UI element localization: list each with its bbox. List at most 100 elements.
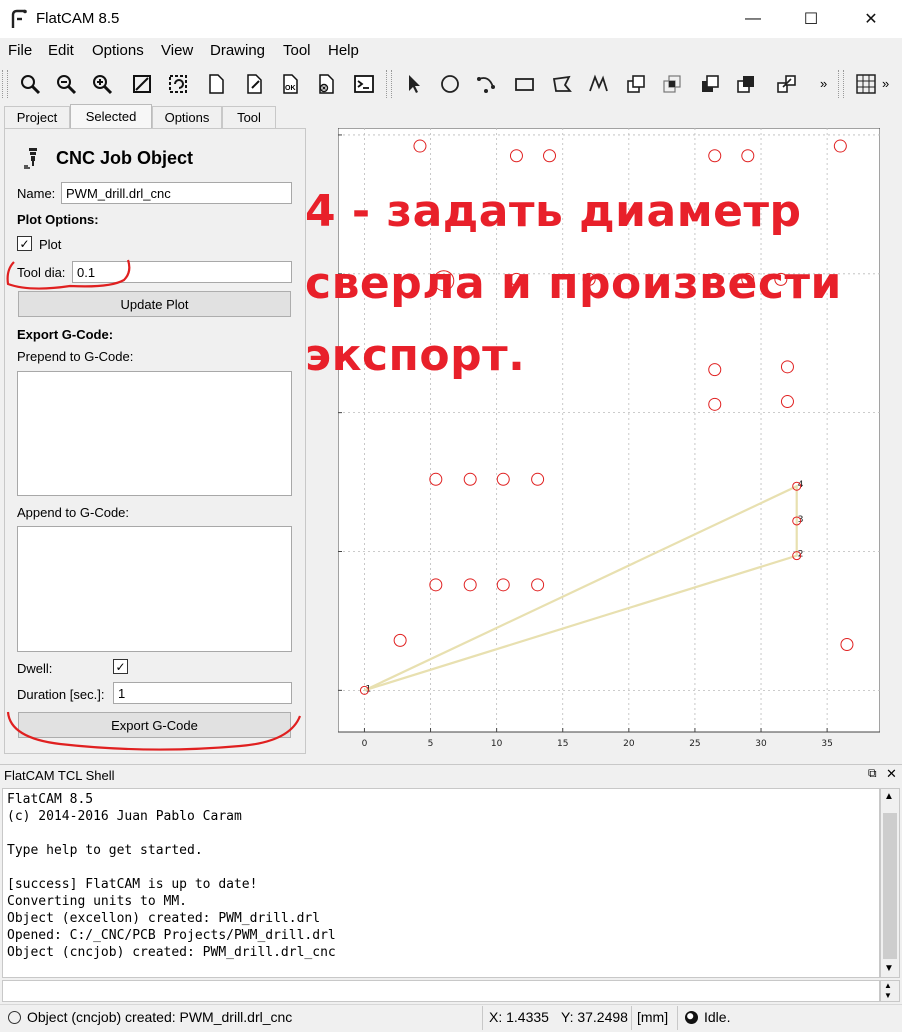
check-icon: ✓ bbox=[19, 236, 30, 251]
arc-button[interactable] bbox=[470, 68, 502, 100]
toolbar-overflow-icon[interactable]: » bbox=[820, 76, 827, 91]
status-message: Object (cncjob) created: PWM_drill.drl_c… bbox=[27, 1009, 293, 1025]
flatcam-logo-icon bbox=[11, 9, 27, 28]
scroll-down-icon[interactable]: ▼ bbox=[884, 991, 892, 1000]
tcl-shell-icon bbox=[354, 75, 374, 93]
x-tick-label: 25 bbox=[689, 739, 700, 748]
status-divider bbox=[631, 1006, 632, 1030]
minimize-button[interactable]: — bbox=[724, 0, 782, 38]
shell-title: FlatCAM TCL Shell bbox=[4, 768, 115, 783]
plot-options-heading: Plot Options: bbox=[17, 212, 99, 227]
delete-button[interactable] bbox=[310, 68, 342, 100]
annotation-line-1: 4 - задать диаметр bbox=[305, 186, 802, 237]
update-geometry-icon: OK bbox=[283, 74, 298, 94]
polygon-icon bbox=[552, 75, 572, 92]
grid-snap-button[interactable] bbox=[850, 68, 882, 100]
annotation-text: 4 - задать диаметр сверла и произвести э… bbox=[305, 176, 865, 392]
plot-checkbox[interactable]: ✓ bbox=[17, 236, 32, 251]
annotation-scribble bbox=[6, 259, 302, 751]
move-button[interactable] bbox=[770, 68, 802, 100]
annotation-line-3: экспорт. bbox=[305, 330, 526, 381]
zoom-in-icon bbox=[93, 75, 113, 95]
scroll-up-icon[interactable]: ▲ bbox=[884, 791, 894, 802]
edit-geometry-button[interactable] bbox=[238, 68, 270, 100]
x-tick-label: 5 bbox=[428, 739, 434, 748]
select-button[interactable] bbox=[398, 68, 430, 100]
shell-line: Opened: C:/_CNC/PCB Projects/PWM_drill.d… bbox=[7, 928, 336, 943]
shell-line: [success] FlatCAM is up to date! bbox=[7, 877, 258, 892]
subtract-button[interactable] bbox=[694, 68, 726, 100]
shell-line: (c) 2014-2016 Juan Pablo Caram bbox=[7, 809, 242, 824]
scroll-down-icon[interactable]: ▼ bbox=[884, 963, 894, 974]
menu-file[interactable]: File bbox=[8, 42, 32, 59]
close-button[interactable]: ✕ bbox=[842, 0, 900, 38]
annotation-line-2: сверла и произвести bbox=[305, 258, 842, 309]
float-icon[interactable]: ⧉ bbox=[868, 766, 877, 781]
menu-help[interactable]: Help bbox=[328, 42, 359, 59]
x-tick-label: 15 bbox=[557, 739, 568, 748]
status-units: [mm] bbox=[637, 1009, 669, 1025]
panel-title: CNC Job Object bbox=[56, 148, 194, 168]
tcl-shell-button[interactable] bbox=[348, 68, 380, 100]
menu-view[interactable]: View bbox=[161, 42, 193, 59]
select-icon bbox=[409, 75, 420, 93]
maximize-button[interactable]: ☐ bbox=[782, 0, 840, 38]
shell-input[interactable] bbox=[2, 980, 880, 1002]
intersection-button[interactable] bbox=[656, 68, 688, 100]
status-activity-icon bbox=[685, 1011, 698, 1024]
circle-button[interactable] bbox=[434, 68, 466, 100]
x-tick-label: 35 bbox=[821, 739, 832, 748]
toolbar-overflow-icon[interactable]: » bbox=[882, 76, 889, 91]
new-geometry-button[interactable] bbox=[200, 68, 232, 100]
name-input[interactable] bbox=[61, 182, 292, 204]
close-icon[interactable]: ✕ bbox=[886, 766, 897, 782]
window-title: FlatCAM 8.5 bbox=[36, 10, 120, 27]
tab-selected[interactable]: Selected bbox=[70, 104, 152, 128]
union-icon bbox=[627, 75, 645, 93]
grid-icon bbox=[856, 74, 876, 94]
minimize-icon: — bbox=[745, 10, 761, 27]
shell-line: Object (excellon) created: PWM_drill.drl bbox=[7, 911, 321, 926]
arc-icon bbox=[477, 77, 495, 93]
shell-line: Type help to get started. bbox=[7, 843, 203, 858]
tab-project[interactable]: Project bbox=[4, 106, 70, 128]
replot-icon bbox=[169, 75, 187, 93]
zoom-fit-button[interactable] bbox=[14, 68, 46, 100]
polygon-button[interactable] bbox=[546, 68, 578, 100]
menu-edit[interactable]: Edit bbox=[48, 42, 74, 59]
maximize-icon: ☐ bbox=[803, 11, 819, 28]
union-button[interactable] bbox=[620, 68, 652, 100]
shell-line: FlatCAM 8.5 bbox=[7, 792, 94, 807]
svg-text:OK: OK bbox=[285, 85, 296, 92]
status-x-coordinate: X: 1.4335 bbox=[489, 1009, 549, 1025]
menu-drawing[interactable]: Drawing bbox=[210, 42, 265, 59]
toolbar-handle[interactable] bbox=[838, 70, 844, 98]
toolbar-separator bbox=[386, 70, 392, 98]
shell-header bbox=[0, 764, 902, 786]
delete-icon bbox=[319, 74, 334, 94]
status-divider bbox=[677, 1006, 678, 1030]
new-geometry-icon bbox=[209, 74, 224, 94]
zoom-out-button[interactable] bbox=[50, 68, 82, 100]
name-label: Name: bbox=[17, 186, 56, 201]
path-button[interactable] bbox=[582, 68, 614, 100]
tab-tool[interactable]: Tool bbox=[222, 106, 276, 128]
menu-tool[interactable]: Tool bbox=[283, 42, 311, 59]
shell-input-scrollbar[interactable]: ▲ ▼ bbox=[880, 980, 900, 1002]
scroll-thumb[interactable] bbox=[883, 813, 897, 959]
tab-options[interactable]: Options bbox=[152, 106, 222, 128]
rectangle-button[interactable] bbox=[508, 68, 540, 100]
rectangle-icon bbox=[515, 78, 534, 91]
scroll-up-icon[interactable]: ▲ bbox=[884, 981, 892, 990]
replot-button[interactable] bbox=[162, 68, 194, 100]
zoom-in-button[interactable] bbox=[86, 68, 118, 100]
cutpath-button[interactable] bbox=[730, 68, 762, 100]
shell-scrollbar[interactable]: ▲ ▼ bbox=[880, 788, 900, 978]
update-geometry-button[interactable]: OK bbox=[274, 68, 306, 100]
clear-plot-button[interactable] bbox=[126, 68, 158, 100]
toolbar-handle[interactable] bbox=[2, 70, 8, 98]
shell-output[interactable]: FlatCAM 8.5 (c) 2014-2016 Juan Pablo Cara… bbox=[2, 788, 880, 978]
menu-options[interactable]: Options bbox=[92, 42, 144, 59]
